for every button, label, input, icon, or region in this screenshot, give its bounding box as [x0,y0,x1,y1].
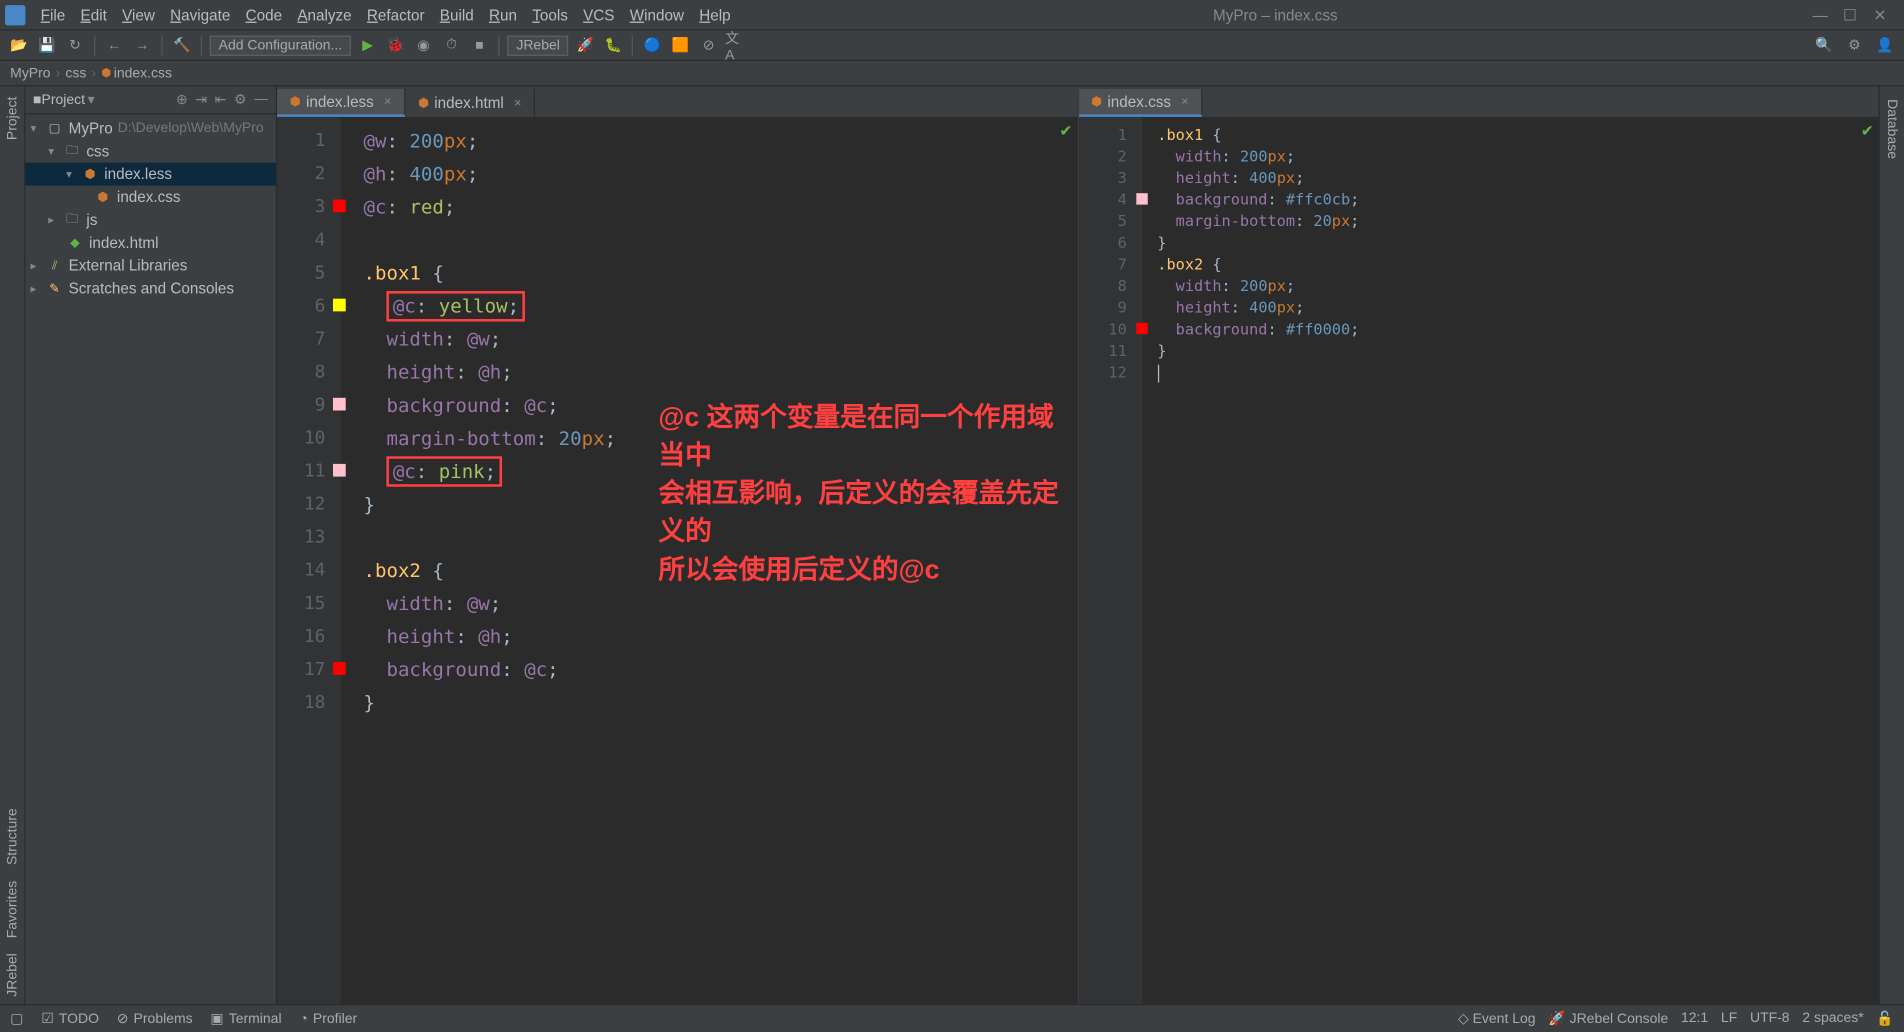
close-tab-icon[interactable]: × [1181,95,1188,109]
select-opened-icon[interactable]: ⊕ [176,92,188,109]
menu-build[interactable]: Build [432,3,481,26]
run-icon[interactable]: ▶ [356,34,379,57]
refresh-icon[interactable]: ↻ [64,34,87,57]
jrebel-debug-icon[interactable]: 🐛 [602,34,625,57]
debug-icon[interactable]: 🐞 [384,34,407,57]
status-encoding[interactable]: UTF-8 [1750,1010,1790,1027]
editor-right: ⬢index.css× 123456789101112 .box1 { widt… [1078,86,1878,1004]
close-tab-icon[interactable]: × [384,95,391,109]
minimize-button[interactable]: — [1812,6,1827,24]
close-tab-icon[interactable]: × [514,96,521,110]
jrebel-run-icon[interactable]: 🚀 [574,34,597,57]
back-icon[interactable]: ← [103,34,126,57]
profile-icon[interactable]: ⏱ [440,34,463,57]
tab-index-less[interactable]: ⬢index.less× [277,89,405,117]
menu-edit[interactable]: Edit [73,3,115,26]
breadcrumb-item[interactable]: index.css [114,65,172,80]
toolbar: 📂 💾 ↻ ← → 🔨 Add Configuration... ▶ 🐞 ◉ ⏱… [0,31,1904,62]
maximize-button[interactable]: ☐ [1843,6,1858,24]
build-icon[interactable]: 🔨 [170,34,193,57]
editor-tabs-right: ⬢index.css× [1078,86,1878,117]
status-icon[interactable]: ▢ [10,1010,23,1027]
status-terminal[interactable]: ▣ Terminal [210,1010,281,1027]
stop-icon[interactable]: ■ [468,34,491,57]
right-tool-strip: Database [1879,86,1904,1004]
status-cursor-pos: 12:1 [1681,1010,1708,1027]
menu-view[interactable]: View [114,3,162,26]
breadcrumb-item[interactable]: MyPro [10,65,50,80]
tab-index-html[interactable]: ⬢index.html× [405,89,535,117]
statusbar: ▢ ☑ TODO ⊘ Problems ▣ Terminal ◔ Profile… [0,1004,1904,1032]
tool-icon-1[interactable]: 🔵 [641,34,664,57]
status-profiler[interactable]: ◔ Profiler [299,1011,357,1026]
structure-tool-tab[interactable]: Structure [4,808,19,865]
open-icon[interactable]: 📂 [8,34,31,57]
menu-file[interactable]: File [33,3,73,26]
database-tool-tab[interactable]: Database [1884,99,1899,159]
inspection-ok-icon: ✔ [1861,122,1874,140]
status-jrebel-console[interactable]: 🚀 JRebel Console [1548,1010,1668,1027]
editor-tabs-left: ⬢index.less×⬢index.html× [277,86,1077,117]
translate-icon[interactable]: 文A [725,34,748,57]
status-lock-icon[interactable]: 🔓 [1876,1010,1893,1027]
forward-icon[interactable]: → [131,34,154,57]
panel-settings-icon[interactable]: ⚙ [234,92,247,109]
tree-item-index-css[interactable]: ⬢index.css [25,186,275,209]
ide-logo-icon [5,4,25,24]
tab-index-css[interactable]: ⬢index.css× [1078,89,1202,117]
status-event-log[interactable]: ◇ Event Log [1458,1010,1536,1027]
project-panel-title: Project [42,92,86,107]
menu-run[interactable]: Run [481,3,524,26]
jrebel-dropdown[interactable]: JRebel [507,35,568,55]
tool-icon-3[interactable]: ⊘ [697,34,720,57]
close-button[interactable]: ✕ [1873,6,1888,24]
run-config-dropdown[interactable]: Add Configuration... [210,35,351,55]
editor-body-right[interactable]: 123456789101112 .box1 { width: 200px; he… [1078,117,1878,1004]
project-panel: ■ Project▾ ⊕ ⇥ ⇤ ⚙ — ▾▢MyProD:\Develop\W… [25,86,277,1004]
menu-help[interactable]: Help [692,3,739,26]
tree-item-index-html[interactable]: ◆index.html [25,231,275,254]
collapse-icon[interactable]: ⇤ [215,92,227,109]
left-tool-strip: Project Structure Favorites JRebel [0,86,25,1004]
favorites-tool-tab[interactable]: Favorites [4,880,19,938]
menu-code[interactable]: Code [238,3,290,26]
tree-item-scratches[interactable]: ▸✎Scratches and Consoles [25,277,275,300]
menu-tools[interactable]: Tools [525,3,576,26]
breadcrumb-item[interactable]: css [65,65,86,80]
tree-item-js[interactable]: ▸🗀js [25,208,275,231]
annotation-text: @c 这两个变量是在同一个作用域当中 会相互影响，后定义的会覆盖先定义的 所以会… [658,399,1077,590]
menubar: FileEditViewNavigateCodeAnalyzeRefactorB… [0,0,1904,31]
save-icon[interactable]: 💾 [36,34,59,57]
editor-body-left[interactable]: 123456789101112131415161718 @w: 200px;@h… [277,117,1077,1004]
menu-analyze[interactable]: Analyze [290,3,360,26]
menu-refactor[interactable]: Refactor [359,3,432,26]
editor-left: ⬢index.less×⬢index.html× 123456789101112… [277,86,1078,1004]
hide-panel-icon[interactable]: — [254,92,268,109]
search-icon[interactable]: 🔍 [1812,34,1835,57]
project-tool-tab[interactable]: Project [4,97,19,141]
window-title: MyPro – index.css [738,6,1812,24]
status-problems[interactable]: ⊘ Problems [117,1010,193,1027]
jrebel-tool-tab[interactable]: JRebel [4,953,19,997]
project-tree[interactable]: ▾▢MyProD:\Develop\Web\MyPro ▾🗀css ▾⬢inde… [25,114,275,1004]
status-todo[interactable]: ☑ TODO [41,1010,99,1027]
coverage-icon[interactable]: ◉ [412,34,435,57]
menu-window[interactable]: Window [622,3,692,26]
status-line-sep[interactable]: LF [1721,1010,1737,1027]
tree-item-index-less[interactable]: ▾⬢index.less [25,163,275,186]
status-indent[interactable]: 2 spaces* [1802,1010,1863,1027]
menu-navigate[interactable]: Navigate [163,3,238,26]
tree-item-ext-libs[interactable]: ▸⫽External Libraries [25,254,275,277]
inspection-ok-icon: ✔ [1059,122,1072,140]
expand-icon[interactable]: ⇥ [195,92,207,109]
menu-vcs[interactable]: VCS [575,3,622,26]
settings-icon[interactable]: ⚙ [1843,34,1866,57]
breadcrumb: MyPro › css › ⬢ index.css [0,61,1904,86]
avatar-icon[interactable]: 👤 [1873,34,1896,57]
tool-icon-2[interactable]: 🟧 [669,34,692,57]
